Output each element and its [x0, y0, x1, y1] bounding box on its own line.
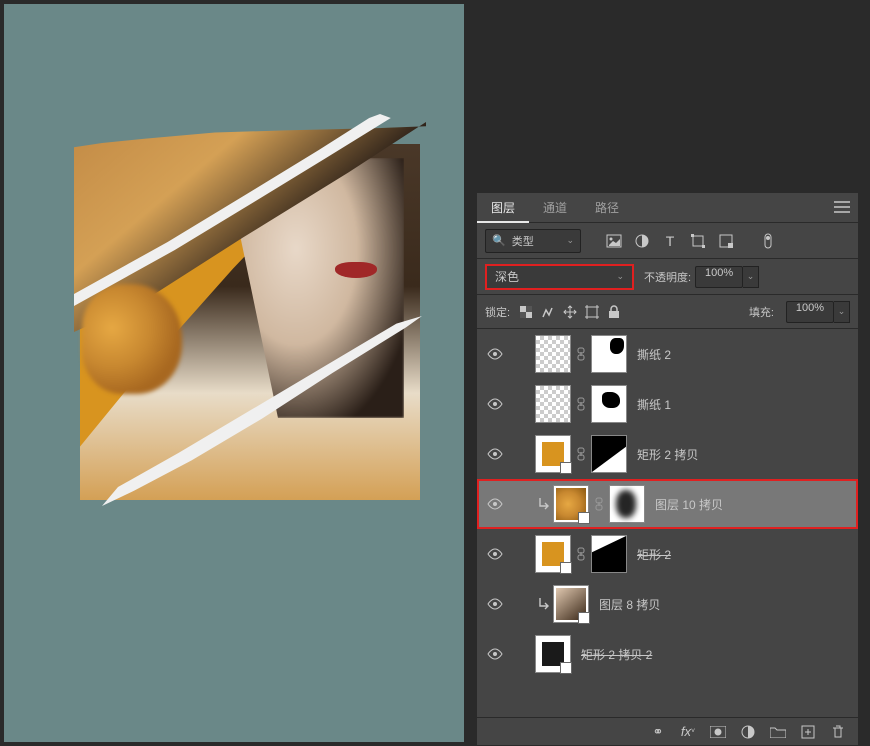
layer-name-label[interactable]: 撕纸 1	[637, 396, 671, 413]
lock-icons	[518, 304, 622, 320]
canvas-area	[0, 0, 476, 746]
lock-fill-row: 锁定: 填充: 100% ⌄	[477, 295, 858, 329]
blend-mode-select[interactable]: 深色 ⌄	[485, 264, 634, 290]
layer-thumbnail[interactable]	[553, 585, 589, 623]
fill-input[interactable]: 100%	[786, 301, 834, 323]
layer-thumbnail[interactable]	[535, 385, 571, 423]
layer-name-label[interactable]: 矩形 2	[637, 546, 671, 563]
link-icon[interactable]	[575, 547, 587, 561]
filter-smart-icon[interactable]	[717, 232, 735, 250]
add-group-button[interactable]	[770, 724, 786, 740]
lock-all-icon[interactable]	[606, 304, 622, 320]
link-icon[interactable]	[593, 497, 605, 511]
layer-name-label[interactable]: 撕纸 2	[637, 346, 671, 363]
mask-thumbnail[interactable]	[591, 435, 627, 473]
opacity-input[interactable]: 100%	[695, 266, 743, 288]
filter-type-icon[interactable]: T	[661, 232, 679, 250]
lock-label: 锁定:	[485, 304, 510, 320]
artwork-lips	[335, 262, 377, 278]
layers-list[interactable]: 撕纸 2 撕纸 1 矩形 2 拷贝图层 10 拷贝矩形 2 图层 8 拷贝矩形 2 拷…	[477, 329, 858, 699]
lock-artboard-icon[interactable]	[584, 304, 600, 320]
layer-row[interactable]: 图层 8 拷贝	[477, 579, 858, 629]
blend-mode-value: 深色	[495, 268, 519, 285]
opacity-input-group: 100% ⌄	[695, 266, 759, 288]
panel-dock: 图层 通道 路径 🔍 类型 ⌄ T 深色	[476, 0, 870, 746]
add-layer-button[interactable]	[800, 724, 816, 740]
link-icon[interactable]	[575, 347, 587, 361]
chevron-down-icon: ⌄	[566, 235, 574, 246]
add-mask-button[interactable]	[710, 724, 726, 740]
layer-thumbnail[interactable]	[553, 485, 589, 523]
opacity-label: 不透明度:	[644, 269, 691, 285]
layer-row[interactable]: 矩形 2	[477, 529, 858, 579]
layer-row[interactable]: 撕纸 1	[477, 379, 858, 429]
visibility-toggle[interactable]	[483, 448, 507, 460]
search-icon: 🔍	[492, 234, 506, 247]
link-icon[interactable]	[575, 447, 587, 461]
layer-name-label[interactable]: 矩形 2 拷贝 2	[581, 646, 652, 663]
fill-dropdown-button[interactable]: ⌄	[834, 301, 850, 323]
tab-paths[interactable]: 路径	[581, 193, 633, 223]
lock-position-icon[interactable]	[562, 304, 578, 320]
filter-kind-label: 类型	[512, 233, 567, 249]
layer-row[interactable]: 图层 10 拷贝	[477, 479, 858, 529]
layer-name-label[interactable]: 图层 10 拷贝	[655, 496, 723, 513]
visibility-toggle[interactable]	[483, 348, 507, 360]
filter-kind-select[interactable]: 🔍 类型 ⌄	[485, 229, 581, 253]
layer-row[interactable]: 撕纸 2	[477, 329, 858, 379]
lock-transparency-icon[interactable]	[518, 304, 534, 320]
layer-effects-button[interactable]: fx˅	[680, 724, 696, 740]
visibility-toggle[interactable]	[483, 498, 507, 510]
layer-row[interactable]: 矩形 2 拷贝	[477, 429, 858, 479]
fill-input-group: 100% ⌄	[786, 301, 850, 323]
layer-row[interactable]: 矩形 2 拷贝 2	[477, 629, 858, 679]
visibility-toggle[interactable]	[483, 398, 507, 410]
panel-menu-button[interactable]	[834, 201, 850, 213]
opacity-dropdown-button[interactable]: ⌄	[743, 266, 759, 288]
mask-thumbnail[interactable]	[591, 535, 627, 573]
layer-thumbnail[interactable]	[535, 435, 571, 473]
layer-thumbnail[interactable]	[535, 335, 571, 373]
svg-text:T: T	[666, 234, 675, 248]
visibility-toggle[interactable]	[483, 598, 507, 610]
lock-image-icon[interactable]	[540, 304, 556, 320]
filter-adjustment-icon[interactable]	[633, 232, 651, 250]
layer-name-label[interactable]: 图层 8 拷贝	[599, 596, 660, 613]
filter-icons: T	[605, 232, 777, 250]
link-icon[interactable]	[575, 397, 587, 411]
link-layers-button[interactable]: ⚭	[650, 724, 666, 740]
panel-tabs: 图层 通道 路径	[477, 193, 858, 223]
layer-filter-row: 🔍 类型 ⌄ T	[477, 223, 858, 259]
chevron-down-icon: ⌄	[616, 271, 624, 282]
filter-pixel-icon[interactable]	[605, 232, 623, 250]
mask-thumbnail[interactable]	[609, 485, 645, 523]
tab-channels[interactable]: 通道	[529, 193, 581, 223]
mask-thumbnail[interactable]	[591, 385, 627, 423]
document-canvas[interactable]	[4, 4, 464, 742]
layer-name-label[interactable]: 矩形 2 拷贝	[637, 446, 698, 463]
visibility-toggle[interactable]	[483, 648, 507, 660]
clip-indicator-icon	[535, 597, 553, 611]
add-adjustment-button[interactable]	[740, 724, 756, 740]
delete-layer-button[interactable]	[830, 724, 846, 740]
layer-thumbnail[interactable]	[535, 635, 571, 673]
blend-opacity-row: 深色 ⌄ 不透明度: 100% ⌄	[477, 259, 858, 295]
layer-thumbnail[interactable]	[535, 535, 571, 573]
fill-label: 填充:	[749, 304, 774, 320]
layers-bottom-toolbar: ⚭ fx˅	[477, 717, 858, 745]
filter-shape-icon[interactable]	[689, 232, 707, 250]
tab-layers[interactable]: 图层	[477, 193, 529, 223]
artwork-roses	[82, 284, 182, 394]
mask-thumbnail[interactable]	[591, 335, 627, 373]
visibility-toggle[interactable]	[483, 548, 507, 560]
filter-toggle-icon[interactable]	[759, 232, 777, 250]
clip-indicator-icon	[535, 497, 553, 511]
layers-panel: 图层 通道 路径 🔍 类型 ⌄ T 深色	[476, 192, 859, 746]
